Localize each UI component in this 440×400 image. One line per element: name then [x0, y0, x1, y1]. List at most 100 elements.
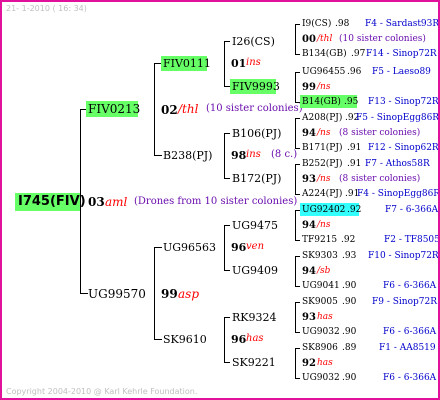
ancestor-year: .90 — [342, 297, 357, 307]
generation: 02 — [161, 103, 178, 117]
copyright-footer: Copyright 2004-2010 @ Karl Kehrle Founda… — [6, 387, 198, 396]
code: /ns — [317, 82, 331, 92]
root-node[interactable]: I745(FIV) — [18, 195, 86, 208]
ancestor-name[interactable]: A224(PJ) — [302, 190, 342, 199]
code: /thl — [317, 34, 333, 44]
generation: 93 — [302, 174, 316, 185]
connector — [295, 332, 300, 333]
connector — [224, 317, 230, 318]
ancestor-name[interactable]: B171(PJ) — [302, 144, 342, 153]
node-b238[interactable]: B238(PJ) — [163, 150, 212, 161]
code: /ns — [317, 128, 331, 138]
node-sk9610[interactable]: SK9610 — [163, 334, 207, 345]
node-ug9475[interactable]: UG9475 — [232, 220, 278, 231]
root-note: (Drones from 10 sister colonies) — [134, 196, 298, 207]
ancestor-name[interactable]: SK9005 — [302, 298, 338, 307]
ancestor-ref: F5 - Laeso89 — [372, 67, 431, 77]
node-ug9409[interactable]: UG9409 — [232, 265, 278, 276]
ancestor-ref: F12 - Sinop62R — [368, 143, 439, 153]
ancestor-name[interactable]: A208(PJ) — [302, 114, 342, 123]
ancestor-year: .96 — [347, 67, 362, 77]
ancestor-name[interactable]: I9(CS) — [302, 20, 331, 29]
connector — [295, 72, 296, 103]
ancestor-name[interactable]: UG96455 — [302, 68, 345, 77]
node-ug99570[interactable]: UG99570 — [88, 288, 146, 300]
ancestor-name[interactable]: UG9041 — [302, 282, 340, 291]
connector — [224, 225, 230, 226]
note: (8 c.) — [271, 149, 298, 160]
node-sk9221[interactable]: SK9221 — [232, 357, 276, 368]
ancestor-name[interactable]: SK9303 — [302, 252, 338, 261]
generation: 94 — [302, 128, 316, 139]
connector — [154, 155, 162, 156]
node-b172[interactable]: B172(PJ) — [232, 173, 281, 184]
ancestor-name[interactable]: SK8906 — [302, 344, 338, 353]
ancestor-ref: F9 - Sinop72R — [372, 297, 437, 307]
connector — [224, 317, 225, 363]
code: ins — [246, 149, 261, 160]
node-b106[interactable]: B106(PJ) — [232, 128, 281, 139]
generation: 96 — [231, 241, 247, 254]
ancestor-ref: F2 - TF8505 — [384, 235, 440, 245]
ancestor-ref: F10 - Sinop72R — [368, 251, 439, 261]
ancestor-ref: F7 - Athos58R — [365, 159, 430, 169]
connector — [295, 378, 300, 379]
connector — [154, 63, 155, 156]
connector — [295, 164, 300, 165]
ancestor-year: .90 — [342, 373, 357, 383]
ancestor-name[interactable]: UG9032 — [302, 328, 340, 337]
generation: 98 — [231, 149, 247, 162]
code: asp — [178, 287, 199, 301]
node-fiv9993[interactable]: FIV9993 — [232, 81, 280, 92]
connector — [224, 178, 230, 179]
ancestor-ref: F5 - SinopEgg86R — [356, 113, 440, 123]
connector — [224, 362, 230, 363]
connector — [295, 256, 300, 257]
note: (8 sister colonies) — [339, 174, 421, 184]
connector — [224, 41, 230, 42]
code: ins — [246, 57, 261, 68]
ancestor-name[interactable]: UG9032 — [302, 374, 340, 383]
connector — [295, 348, 296, 379]
node-i26[interactable]: I26(CS) — [232, 36, 275, 47]
note: (10 sister colonies) — [206, 103, 303, 114]
ancestor-year: .91 — [347, 159, 362, 169]
connector — [295, 302, 300, 303]
ancestor-name[interactable]: B252(PJ) — [302, 160, 342, 169]
ancestor-year: .91 — [347, 143, 362, 153]
connector — [295, 210, 296, 241]
node-fiv0111[interactable]: FIV0111 — [163, 58, 211, 69]
connector — [295, 302, 296, 333]
ancestor-year: .92 — [341, 235, 356, 245]
code: has — [246, 333, 264, 344]
generation: 00 — [302, 34, 316, 45]
node-rk9324[interactable]: RK9324 — [232, 312, 277, 323]
root-generation: 03 — [88, 195, 105, 209]
ancestor-year: .90 — [342, 281, 357, 291]
date-stamp: 21- 1-2010 ( 16: 34) — [6, 4, 87, 13]
connector — [224, 270, 230, 271]
ancestor-ref: F14 - Sinop72R — [366, 49, 437, 59]
connector — [295, 72, 300, 73]
connector — [295, 118, 296, 149]
generation: 01 — [231, 57, 247, 70]
connector — [80, 293, 88, 294]
ancestor-name[interactable]: B14(GB) — [302, 98, 341, 107]
generation: 93 — [302, 312, 316, 323]
node-ug96563[interactable]: UG96563 — [163, 242, 216, 253]
ancestor-year: .97 — [351, 49, 366, 59]
code: /sb — [317, 266, 331, 276]
ancestor-name[interactable]: UG92402 — [302, 206, 345, 215]
ancestor-ref: F6 - 6-366A — [383, 327, 437, 337]
code: /thl — [178, 102, 199, 116]
ancestor-ref: F1 - AA8519 — [379, 343, 436, 353]
ancestor-ref: F4 - SinopEgg86R — [357, 189, 440, 199]
generation: 99 — [161, 287, 178, 301]
connector — [154, 247, 155, 340]
node-fiv0213[interactable]: FIV0213 — [88, 103, 140, 115]
ancestor-ref: F6 - 6-366A — [383, 281, 437, 291]
code: has — [317, 358, 333, 368]
ancestor-name[interactable]: TF9215 — [302, 236, 337, 245]
code: ven — [246, 241, 265, 252]
ancestor-name[interactable]: B134(GB) — [302, 50, 347, 59]
